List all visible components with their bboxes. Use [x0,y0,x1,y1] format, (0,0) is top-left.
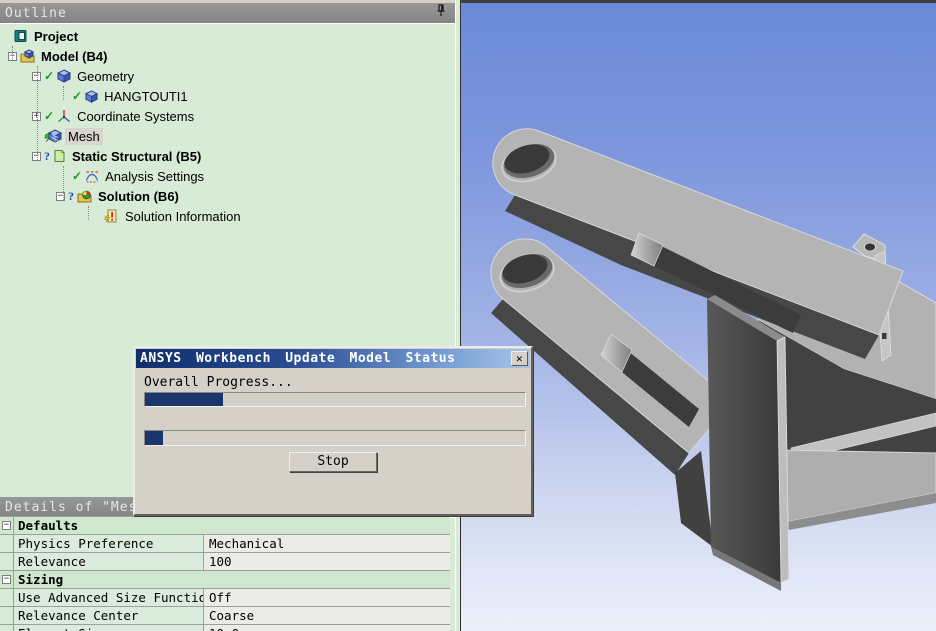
group-expander[interactable]: − [0,571,13,588]
task-progress-bar [144,430,526,446]
dialog-titlebar[interactable]: ANSYS Workbench Update Model Status ✕ [136,349,530,368]
tree-guide [88,206,89,220]
ansys-mechanical-window: Outline Project − Model (B4) − ✓ Geometry ✓ HAN… [0,0,936,631]
details-prop-value[interactable]: 100 [204,553,450,570]
tree-item-label: HANGTOUTI1 [104,88,188,104]
outline-tree: Project − Model (B4) − ✓ Geometry ✓ HANGTOUTI1 +… [0,26,450,226]
project-icon [14,29,28,43]
details-row: − Sizing [0,571,450,589]
tree-item-model-b4[interactable]: − Model (B4) [0,46,450,66]
row-gutter [0,625,13,631]
overall-progress-fill [145,393,224,406]
details-table: − Defaults Physics Preference Mechanical Rel… [0,516,450,631]
tree-guide [37,66,38,160]
row-gutter [0,553,13,570]
checkmark-icon: ✓ [44,109,55,123]
static-structural-icon [53,149,66,163]
mesh-icon [44,129,62,143]
outline-panel-title: Outline [5,6,67,21]
tree-item-label: Model (B4) [41,48,108,64]
tree-item-label: Geometry [77,68,135,84]
details-row: Relevance 100 [0,553,450,571]
details-prop-value[interactable]: Coarse [204,607,450,624]
update-model-status-dialog: ANSYS Workbench Update Model Status ✕ Ov… [133,346,533,516]
outline-panel-header: Outline [0,3,455,24]
group-expander[interactable]: − [0,517,13,534]
tree-item-label: Mesh [65,127,103,145]
dialog-title: ANSYS Workbench Update Model Status [140,351,456,366]
model-icon [20,49,35,63]
tree-item-label: Project [34,28,79,44]
details-row: − Defaults [0,517,450,535]
tree-guide [63,166,64,200]
overall-progress-label: Overall Progress... [144,375,293,390]
details-prop-value[interactable]: Mechanical [204,535,450,552]
minus-expander-icon[interactable]: − [2,521,11,530]
details-group-label: Defaults [13,517,450,534]
checkmark-icon: ✓ [44,69,55,83]
close-icon[interactable]: ✕ [511,351,528,366]
details-row: Element Size10.0 [0,625,450,631]
overall-progress-bar [144,392,526,407]
solution-info-icon [104,209,119,223]
minus-expander-icon[interactable]: − [2,575,11,584]
tree-item-label: Solution (B6) [98,188,179,204]
question-mark-icon: ? [68,188,74,203]
tree-item-label: Static Structural (B5) [72,148,202,164]
row-gutter [0,589,13,606]
tree-item-mesh[interactable]: Mesh [0,126,450,146]
part-icon [85,89,99,103]
question-mark-icon: ? [44,148,50,163]
tree-guide [12,46,13,60]
details-prop-value[interactable]: Off [204,589,450,606]
details-row: Physics Preference Mechanical [0,535,450,553]
model-tab-hole [864,242,876,252]
row-gutter [0,607,13,624]
checkmark-icon: ✓ [72,89,83,103]
coordsys-icon [57,109,71,123]
details-prop-label: Relevance [13,553,204,570]
tree-guide [63,86,64,100]
left-pane: Outline Project − Model (B4) − ✓ Geometry ✓ HAN… [0,0,460,631]
geometry-icon [57,69,72,83]
details-prop-label: Element Size [13,625,204,631]
details-prop-label: Relevance Center [13,607,204,624]
tree-item-label: Analysis Settings [105,168,205,184]
tree-item-geometry[interactable]: − ✓ Geometry [0,66,450,86]
graphics-viewport[interactable] [460,0,936,631]
pin-icon[interactable] [434,3,448,18]
model-web-plate [707,299,781,583]
details-prop-value[interactable]: 10.0 [204,625,450,631]
stop-button[interactable]: Stop [289,452,377,472]
tree-item-project[interactable]: Project [0,26,450,46]
bracket-model [490,128,936,591]
tree-item-analysis-settings[interactable]: ✓ Analysis Settings [0,166,450,186]
solution-icon [77,189,92,203]
details-prop-label: Physics Preference [13,535,204,552]
analysis-settings-icon [85,169,99,183]
tree-item-hangtouti1[interactable]: ✓ HANGTOUTI1 [0,86,450,106]
details-row: Relevance Center Coarse [0,607,450,625]
row-gutter [0,535,13,552]
tree-item-coordinate-systems[interactable]: + ✓ Coordinate Systems [0,106,450,126]
checkmark-icon: ✓ [72,169,83,183]
tree-item-label: Coordinate Systems [77,108,195,124]
details-group-label: Sizing [13,571,450,588]
task-progress-fill [145,431,163,445]
details-row: Use Advanced Size Function Off [0,589,450,607]
tree-item-solution-b6[interactable]: −? Solution (B6) [0,186,450,206]
tree-item-label: Solution Information [125,208,241,224]
details-prop-label: Use Advanced Size Function [13,589,204,606]
model-lip-notch [882,333,887,339]
tree-item-solution-information[interactable]: Solution Information [0,206,450,226]
tree-item-static-structural-b5[interactable]: −? Static Structural (B5) [0,146,450,166]
